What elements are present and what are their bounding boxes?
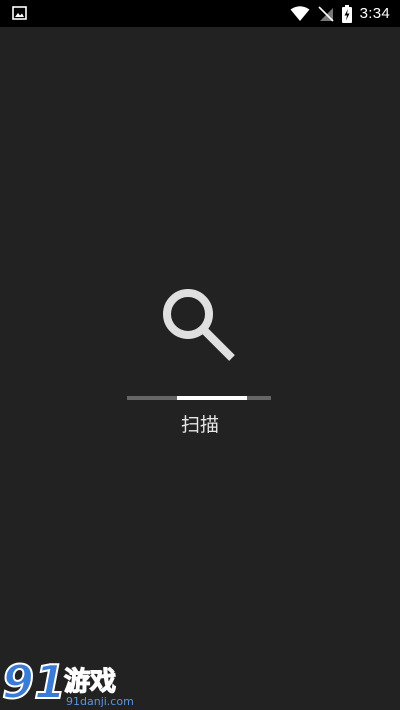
scan-label: 扫描 [180,414,219,436]
status-bar: 3:34 [0,0,400,27]
wifi-icon [290,5,310,22]
no-sim-icon [318,5,334,22]
scan-screen: 3:34 扫描 91 游戏 91danji.com [0,0,400,710]
watermark-brand: 游戏 [64,667,116,697]
watermark-logo: 91 游戏 91danji.com [0,652,140,710]
scan-progress-fill [177,396,247,400]
image-notification-icon [12,6,27,20]
watermark-logo-number: 91 [2,655,66,709]
status-time: 3:34 [359,5,390,22]
battery-charging-icon [341,4,352,23]
search-icon [160,286,238,364]
watermark-site: 91danji.com [66,695,134,708]
scan-progress-bar [127,396,271,400]
